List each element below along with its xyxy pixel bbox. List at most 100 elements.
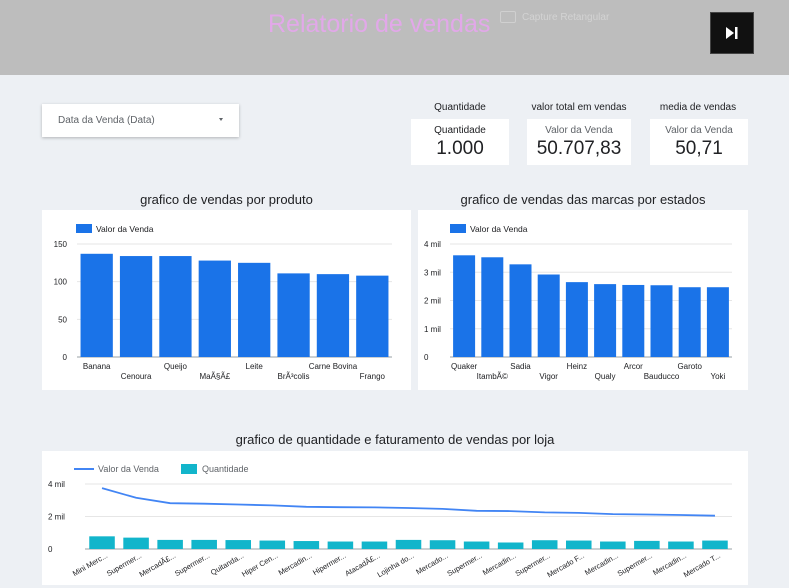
bar — [157, 539, 183, 549]
series-line-valor-da-venda — [101, 487, 715, 517]
x-tick-label: Mercadin... — [481, 551, 518, 577]
x-tick-label: Mercadin... — [277, 551, 314, 577]
chart-title-loja: grafico de quantidade e faturamento de v… — [235, 432, 555, 447]
legend-label-bar: Quantidade — [202, 464, 249, 474]
bar-chart-produto: Valor da Venda 0 50 100 150 Banana Cenoura Quei… — [54, 224, 392, 381]
bar — [429, 540, 456, 549]
chart-panel-marcas: Valor da Venda 0 1 mil 2 mil 3 mil 4 mil Quake… — [418, 210, 748, 390]
kpi-label: Valor da Venda — [545, 125, 613, 136]
bar — [600, 541, 626, 549]
report-header: Relatorio de vendas Capture Retangular — [0, 0, 789, 75]
bar — [80, 253, 113, 357]
bar — [537, 274, 560, 357]
skip-next-icon — [726, 27, 738, 39]
bar — [293, 541, 320, 549]
x-tick-label: Heinz — [567, 362, 587, 371]
y-tick-label: 2 mil — [48, 513, 65, 522]
x-tick-label: Mini Merc... — [71, 551, 109, 578]
bar — [481, 257, 504, 357]
chart-title-produto: grafico de vendas por produto — [140, 192, 313, 207]
kpi-heading-valor-total: valor total em vendas — [531, 102, 627, 113]
x-tick-label: Carne Bovina — [309, 362, 358, 371]
y-tick-label: 150 — [54, 240, 68, 249]
present-button[interactable] — [710, 12, 754, 54]
x-tick-label: Supermer... — [173, 551, 211, 578]
kpi-label: Quantidade — [434, 125, 486, 136]
bar — [327, 541, 354, 549]
date-range-filter[interactable]: Data da Venda (Data) — [42, 104, 239, 137]
legend-label: Valor da Venda — [96, 224, 154, 234]
y-tick-label: 1 mil — [424, 325, 441, 334]
legend-swatch — [450, 224, 466, 233]
kpi-card-media: Valor da Venda 50,71 — [650, 119, 748, 165]
bar — [565, 282, 588, 357]
x-tick-label: Supermer... — [446, 551, 484, 578]
bar — [702, 540, 728, 549]
x-tick-label: Banana — [83, 362, 111, 371]
x-tick-label: Quitanda... — [209, 551, 245, 577]
kpi-value: 50,71 — [675, 138, 723, 159]
kpi-heading-quantidade: Quantidade — [434, 102, 486, 113]
bar-chart-marcas: Valor da Venda 0 1 mil 2 mil 3 mil 4 mil Quake… — [424, 224, 732, 381]
bar — [89, 536, 115, 549]
bar — [678, 287, 701, 357]
bar — [463, 541, 490, 549]
x-tick-label: Hipermer... — [311, 551, 347, 577]
x-tick-label: Cenoura — [121, 372, 152, 381]
bar — [531, 540, 558, 549]
x-tick-label: Mercado F... — [546, 551, 586, 579]
x-tick-label: Supermer... — [105, 551, 143, 578]
x-tick-label: Mercadin... — [583, 551, 620, 577]
x-tick-label: AtacadÃ£... — [343, 551, 381, 578]
x-tick-label: Qualy — [595, 372, 616, 381]
dropdown-caret-icon — [219, 118, 223, 121]
x-tick-label: Queijo — [164, 362, 188, 371]
x-tick-label: Sadia — [510, 362, 531, 371]
x-tick-label: Frango — [360, 372, 386, 381]
x-tick-label: Vigor — [539, 372, 558, 381]
y-tick-label: 4 mil — [424, 240, 441, 249]
y-tick-label: 2 mil — [424, 297, 441, 306]
bar — [238, 262, 271, 357]
x-tick-label: Arcor — [624, 362, 643, 371]
kpi-value: 50.707,83 — [536, 138, 622, 159]
x-tick-label: Bauducco — [644, 372, 680, 381]
bar — [225, 540, 252, 549]
x-tick-label: Yoki — [710, 372, 725, 381]
x-tick-label: Hiper Cen... — [240, 551, 279, 579]
y-tick-label: 0 — [63, 353, 68, 362]
bar — [634, 540, 660, 549]
bar — [119, 256, 153, 357]
y-tick-label: 3 mil — [424, 268, 441, 277]
chart-title-marcas: grafico de vendas das marcas por estados — [460, 192, 706, 207]
legend-bar-swatch — [181, 464, 197, 474]
kpi-value: 1.000 — [436, 138, 484, 159]
x-tick-label: ItambÃ© — [477, 372, 508, 381]
bar — [123, 537, 149, 549]
bar — [277, 273, 310, 357]
date-filter-label: Data da Venda (Data) — [58, 115, 155, 126]
kpi-card-valor-total: Valor da Venda 50.707,83 — [527, 119, 631, 165]
y-tick-label: 50 — [58, 315, 67, 324]
bar — [622, 284, 645, 357]
x-tick-label: MercadÃ£... — [138, 551, 178, 579]
bar — [650, 285, 673, 357]
bar — [198, 260, 231, 357]
y-tick-label: 100 — [54, 278, 68, 287]
x-tick-label: Garoto — [677, 362, 702, 371]
capture-icon — [500, 11, 516, 23]
bar — [668, 541, 694, 549]
x-tick-label: Lojinha do... — [376, 551, 416, 579]
kpi-label: Valor da Venda — [665, 125, 733, 136]
capture-overlay-label: Capture Retangular — [522, 12, 610, 23]
bar — [259, 540, 286, 549]
bar — [509, 264, 532, 357]
chart-panel-loja: Valor da Venda Quantidade 0 2 mil 4 mil Mini … — [42, 451, 748, 585]
y-tick-label: 0 — [424, 353, 429, 362]
bar — [565, 540, 592, 549]
x-tick-label: Mercado T... — [682, 551, 722, 579]
bar — [191, 539, 217, 549]
x-tick-label: BrÃ³colis — [278, 372, 310, 381]
kpi-card-quantidade: Quantidade 1.000 — [411, 119, 509, 165]
x-tick-label: MaÃ§Ã£ — [199, 372, 230, 381]
